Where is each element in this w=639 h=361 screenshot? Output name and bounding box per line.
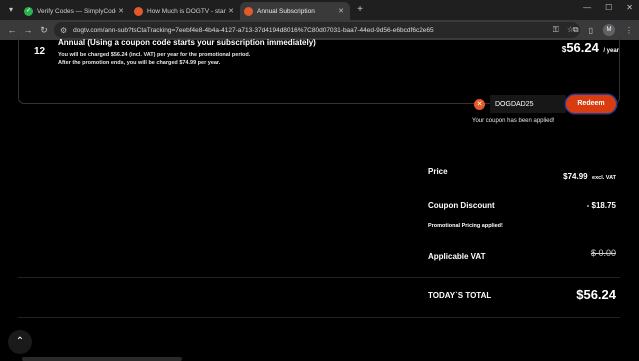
price-amount: 56.24 xyxy=(566,40,599,55)
total-label: TODAY`S TOTAL xyxy=(428,291,492,300)
plan-price: $56.24 / year xyxy=(562,39,619,57)
coupon-discount-label: Coupon Discount xyxy=(428,201,495,210)
window-controls: — ☐ ✕ xyxy=(583,3,633,12)
checkout-page: 12 Annual (Using a coupon code starts yo… xyxy=(0,36,639,361)
minimize-icon[interactable]: — xyxy=(583,3,591,12)
coupon-row: ✕ Redeem xyxy=(474,95,616,113)
site-info-icon[interactable]: ⚙ xyxy=(60,26,67,35)
simplycodes-favicon-icon: ✓ xyxy=(24,6,33,16)
back-icon[interactable]: ← xyxy=(6,24,18,36)
tab-close-icon[interactable]: ✕ xyxy=(226,7,236,15)
dogtv-favicon-icon xyxy=(244,6,253,16)
maximize-icon[interactable]: ☐ xyxy=(605,3,612,12)
plan-title: Annual (Using a coupon code starts your … xyxy=(58,38,316,47)
price-value-amount: $74.99 xyxy=(563,172,588,181)
vat-value: $ 0.00 xyxy=(590,248,616,258)
forward-icon[interactable]: → xyxy=(22,24,34,36)
remove-coupon-icon[interactable]: ✕ xyxy=(474,98,485,110)
coupon-success-message: Your coupon has been applied! xyxy=(472,118,555,124)
vat-label: Applicable VAT xyxy=(428,252,486,261)
tab-close-icon[interactable]: ✕ xyxy=(336,7,346,15)
menu-kebab-icon[interactable]: ⋮ xyxy=(625,26,633,35)
coupon-code-input[interactable] xyxy=(490,95,566,113)
url-text[interactable]: dogtv.com/ann-sub?tsCtaTracking=7eebf4e8… xyxy=(73,27,553,34)
promo-pricing-note: Promotional Pricing applied! xyxy=(428,223,503,229)
dogtv-favicon-icon xyxy=(134,6,143,16)
plan-description-line-2: After the promotion ends, you will be ch… xyxy=(58,60,221,66)
new-tab-icon[interactable]: + xyxy=(354,4,366,16)
tab-annual-subscription[interactable]: Annual Subscription ✕ xyxy=(240,2,350,20)
price-label: Price xyxy=(428,167,448,176)
total-value: $56.24 xyxy=(576,287,616,302)
price-value-suffix: excl. VAT xyxy=(592,175,616,181)
scroll-to-top-button[interactable]: ⌃ xyxy=(8,330,32,354)
plan-description-line-1: You will be charged $56.24 (incl. VAT) p… xyxy=(58,52,251,58)
bottom-divider xyxy=(18,317,620,318)
tab-strip: ▾ ✓ Verify Codes — SimplyCodes ✕ How Muc… xyxy=(0,0,639,20)
extensions-icon[interactable]: ⧉ xyxy=(573,25,579,35)
price-period: / year xyxy=(603,48,619,54)
chevron-up-icon: ⌃ xyxy=(15,336,25,347)
tab-title: How Much is DOGTV - start wi... xyxy=(147,7,226,15)
close-window-icon[interactable]: ✕ xyxy=(626,3,633,12)
sidebar-icon[interactable]: ▯ xyxy=(589,26,593,35)
summary-divider xyxy=(18,277,620,278)
coupon-discount-value: - $18.75 xyxy=(586,201,616,210)
tab-how-much-dogtv[interactable]: How Much is DOGTV - start wi... ✕ xyxy=(130,2,240,20)
tab-search-icon[interactable]: ▾ xyxy=(4,4,18,16)
profile-avatar[interactable]: M xyxy=(603,24,615,36)
plan-number: 12 xyxy=(34,46,46,57)
tab-title: Verify Codes — SimplyCodes xyxy=(37,7,116,15)
tab-close-icon[interactable]: ✕ xyxy=(116,7,126,15)
tab-verify-codes[interactable]: ✓ Verify Codes — SimplyCodes ✕ xyxy=(20,2,130,20)
horizontal-scrollbar[interactable] xyxy=(22,357,182,361)
password-key-icon[interactable]: ⚿ xyxy=(553,25,559,35)
price-value: $74.99 excl. VAT xyxy=(563,166,616,184)
tab-title: Annual Subscription xyxy=(257,7,315,15)
redeem-button[interactable]: Redeem xyxy=(566,95,616,113)
reload-icon[interactable]: ↻ xyxy=(38,24,50,36)
